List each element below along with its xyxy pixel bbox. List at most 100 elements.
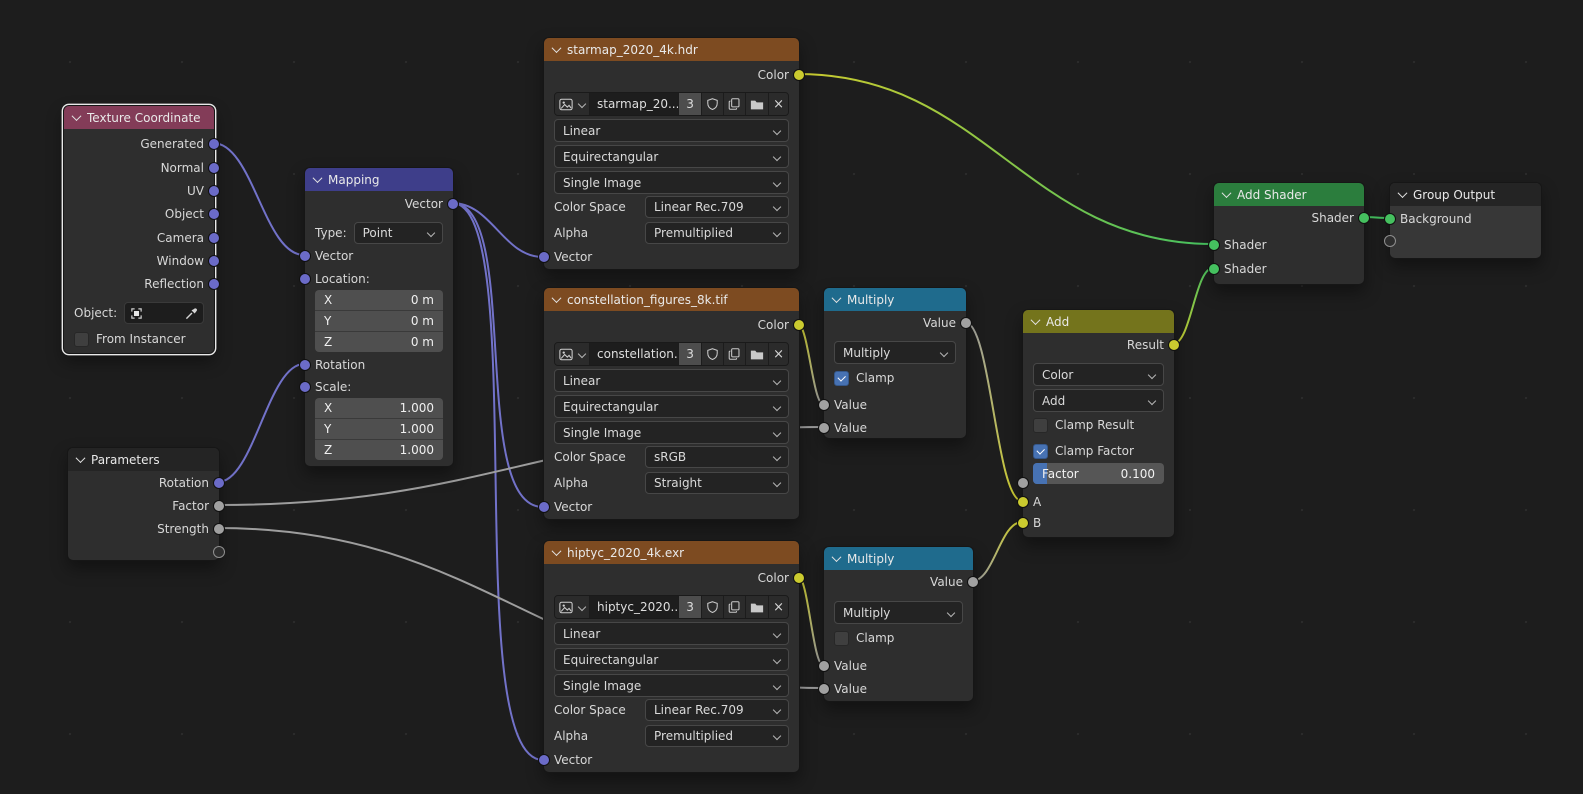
virtual-output-socket[interactable] xyxy=(213,546,225,558)
node-header[interactable]: Add xyxy=(1023,310,1174,333)
vector-input-socket[interactable] xyxy=(538,251,550,263)
operation-select[interactable]: Multiply xyxy=(834,341,956,364)
collapse-icon[interactable] xyxy=(832,552,842,562)
node-constellation-texture[interactable]: constellation_figures_8k.tif Color const… xyxy=(543,287,800,520)
virtual-input-socket[interactable] xyxy=(1384,235,1396,247)
collapse-icon[interactable] xyxy=(76,453,86,463)
mapping-type-select[interactable]: Point xyxy=(354,222,443,244)
node-header[interactable]: Parameters xyxy=(68,448,219,471)
node-add-mix[interactable]: Add Result Color Add Clamp Result Clamp … xyxy=(1022,309,1175,538)
collapse-icon[interactable] xyxy=(1031,315,1041,325)
scale-x-field[interactable]: X1.000 xyxy=(315,398,443,419)
location-z-field[interactable]: Z0 m xyxy=(315,332,443,352)
fake-user-shield-button[interactable] xyxy=(702,343,724,365)
window-output-socket[interactable] xyxy=(208,255,220,267)
node-parameters[interactable]: Parameters Rotation Factor Strength xyxy=(67,447,220,561)
interpolation-select[interactable]: Linear xyxy=(554,622,789,645)
location-y-field[interactable]: Y0 m xyxy=(315,311,443,332)
background-input-socket[interactable] xyxy=(1384,213,1396,225)
value-input-socket-1[interactable] xyxy=(818,399,830,411)
node-header[interactable]: Group Output xyxy=(1390,183,1541,206)
scale-y-field[interactable]: Y1.000 xyxy=(315,419,443,440)
node-header[interactable]: starmap_2020_4k.hdr xyxy=(544,38,799,61)
clamp-factor-checkbox[interactable] xyxy=(1033,444,1048,459)
unlink-image-button[interactable]: × xyxy=(769,343,788,365)
node-add-shader[interactable]: Add Shader Shader Shader Shader xyxy=(1213,182,1365,285)
rotation-input-socket[interactable] xyxy=(299,359,311,371)
value-input-socket-1[interactable] xyxy=(818,660,830,672)
color-space-select[interactable]: sRGB xyxy=(645,446,789,468)
collapse-icon[interactable] xyxy=(552,546,562,556)
interpolation-select[interactable]: Linear xyxy=(554,119,789,142)
node-texture-coordinate[interactable]: Texture Coordinate Generated Normal UV O… xyxy=(63,105,215,354)
node-header[interactable]: hiptyc_2020_4k.exr xyxy=(544,541,799,564)
collapse-icon[interactable] xyxy=(552,43,562,53)
color-output-socket[interactable] xyxy=(793,69,805,81)
strength-output-socket[interactable] xyxy=(213,523,225,535)
image-browse-button[interactable] xyxy=(555,596,590,618)
duplicate-image-button[interactable] xyxy=(724,343,746,365)
value-input-socket-2[interactable] xyxy=(818,422,830,434)
shader-output-socket[interactable] xyxy=(1358,212,1370,224)
node-group-output[interactable]: Group Output Background xyxy=(1389,182,1542,259)
node-multiply-a[interactable]: Multiply Value Multiply Clamp Value Valu… xyxy=(823,287,967,439)
data-type-select[interactable]: Color xyxy=(1033,363,1164,386)
node-editor-canvas[interactable]: { "nodes": { "texture_coordinate": { "ti… xyxy=(0,0,1583,794)
unlink-image-button[interactable]: × xyxy=(769,596,788,618)
collapse-icon[interactable] xyxy=(832,293,842,303)
b-input-socket[interactable] xyxy=(1017,517,1029,529)
collapse-icon[interactable] xyxy=(1398,188,1408,198)
factor-output-socket[interactable] xyxy=(213,500,225,512)
open-image-button[interactable] xyxy=(746,93,769,115)
blend-mode-select[interactable]: Add xyxy=(1033,389,1164,412)
color-space-select[interactable]: Linear Rec.709 xyxy=(645,196,789,218)
node-header[interactable]: Add Shader xyxy=(1214,183,1364,206)
vector-input-socket[interactable] xyxy=(299,250,311,262)
value-output-socket[interactable] xyxy=(967,576,979,588)
shader-input-socket-1[interactable] xyxy=(1208,239,1220,251)
projection-select[interactable]: Equirectangular xyxy=(554,648,789,671)
unlink-image-button[interactable]: × xyxy=(769,93,788,115)
projection-select[interactable]: Equirectangular xyxy=(554,395,789,418)
color-space-select[interactable]: Linear Rec.709 xyxy=(645,699,789,721)
image-users-count[interactable]: 3 xyxy=(679,93,702,115)
factor-slider[interactable]: Factor 0.100 xyxy=(1033,463,1164,484)
factor-input-socket[interactable] xyxy=(1017,477,1029,489)
fake-user-shield-button[interactable] xyxy=(702,596,724,618)
open-image-button[interactable] xyxy=(746,343,769,365)
image-name-field[interactable]: starmap_20... xyxy=(590,93,679,115)
value-input-socket-2[interactable] xyxy=(818,683,830,695)
normal-output-socket[interactable] xyxy=(208,162,220,174)
clamp-checkbox[interactable] xyxy=(834,371,849,386)
image-browse-button[interactable] xyxy=(555,93,590,115)
image-name-field[interactable]: hiptyc_2020... xyxy=(590,596,679,618)
collapse-icon[interactable] xyxy=(72,111,82,121)
node-header[interactable]: Multiply xyxy=(824,547,973,570)
a-input-socket[interactable] xyxy=(1017,496,1029,508)
collapse-icon[interactable] xyxy=(1222,188,1232,198)
operation-select[interactable]: Multiply xyxy=(834,601,963,624)
duplicate-image-button[interactable] xyxy=(724,596,746,618)
image-name-field[interactable]: constellation... xyxy=(590,343,679,365)
node-mapping[interactable]: Mapping Vector Type: Point Vector Locati… xyxy=(304,167,454,467)
node-starmap-texture[interactable]: starmap_2020_4k.hdr Color starmap_20... … xyxy=(543,37,800,270)
vector-input-socket[interactable] xyxy=(538,754,550,766)
node-hiptyc-texture[interactable]: hiptyc_2020_4k.exr Color hiptyc_2020... … xyxy=(543,540,800,773)
image-users-count[interactable]: 3 xyxy=(679,596,702,618)
image-browse-button[interactable] xyxy=(555,343,590,365)
source-select[interactable]: Single Image xyxy=(554,421,789,444)
vector-input-socket[interactable] xyxy=(538,501,550,513)
projection-select[interactable]: Equirectangular xyxy=(554,145,789,168)
object-picker-field[interactable] xyxy=(124,302,204,324)
source-select[interactable]: Single Image xyxy=(554,674,789,697)
rotation-output-socket[interactable] xyxy=(213,477,225,489)
scale-z-field[interactable]: Z1.000 xyxy=(315,440,443,460)
source-select[interactable]: Single Image xyxy=(554,171,789,194)
scale-input-socket[interactable] xyxy=(299,381,311,393)
alpha-select[interactable]: Straight xyxy=(645,472,789,494)
open-image-button[interactable] xyxy=(746,596,769,618)
image-users-count[interactable]: 3 xyxy=(679,343,702,365)
collapse-icon[interactable] xyxy=(552,293,562,303)
location-input-socket[interactable] xyxy=(299,273,311,285)
camera-output-socket[interactable] xyxy=(208,232,220,244)
